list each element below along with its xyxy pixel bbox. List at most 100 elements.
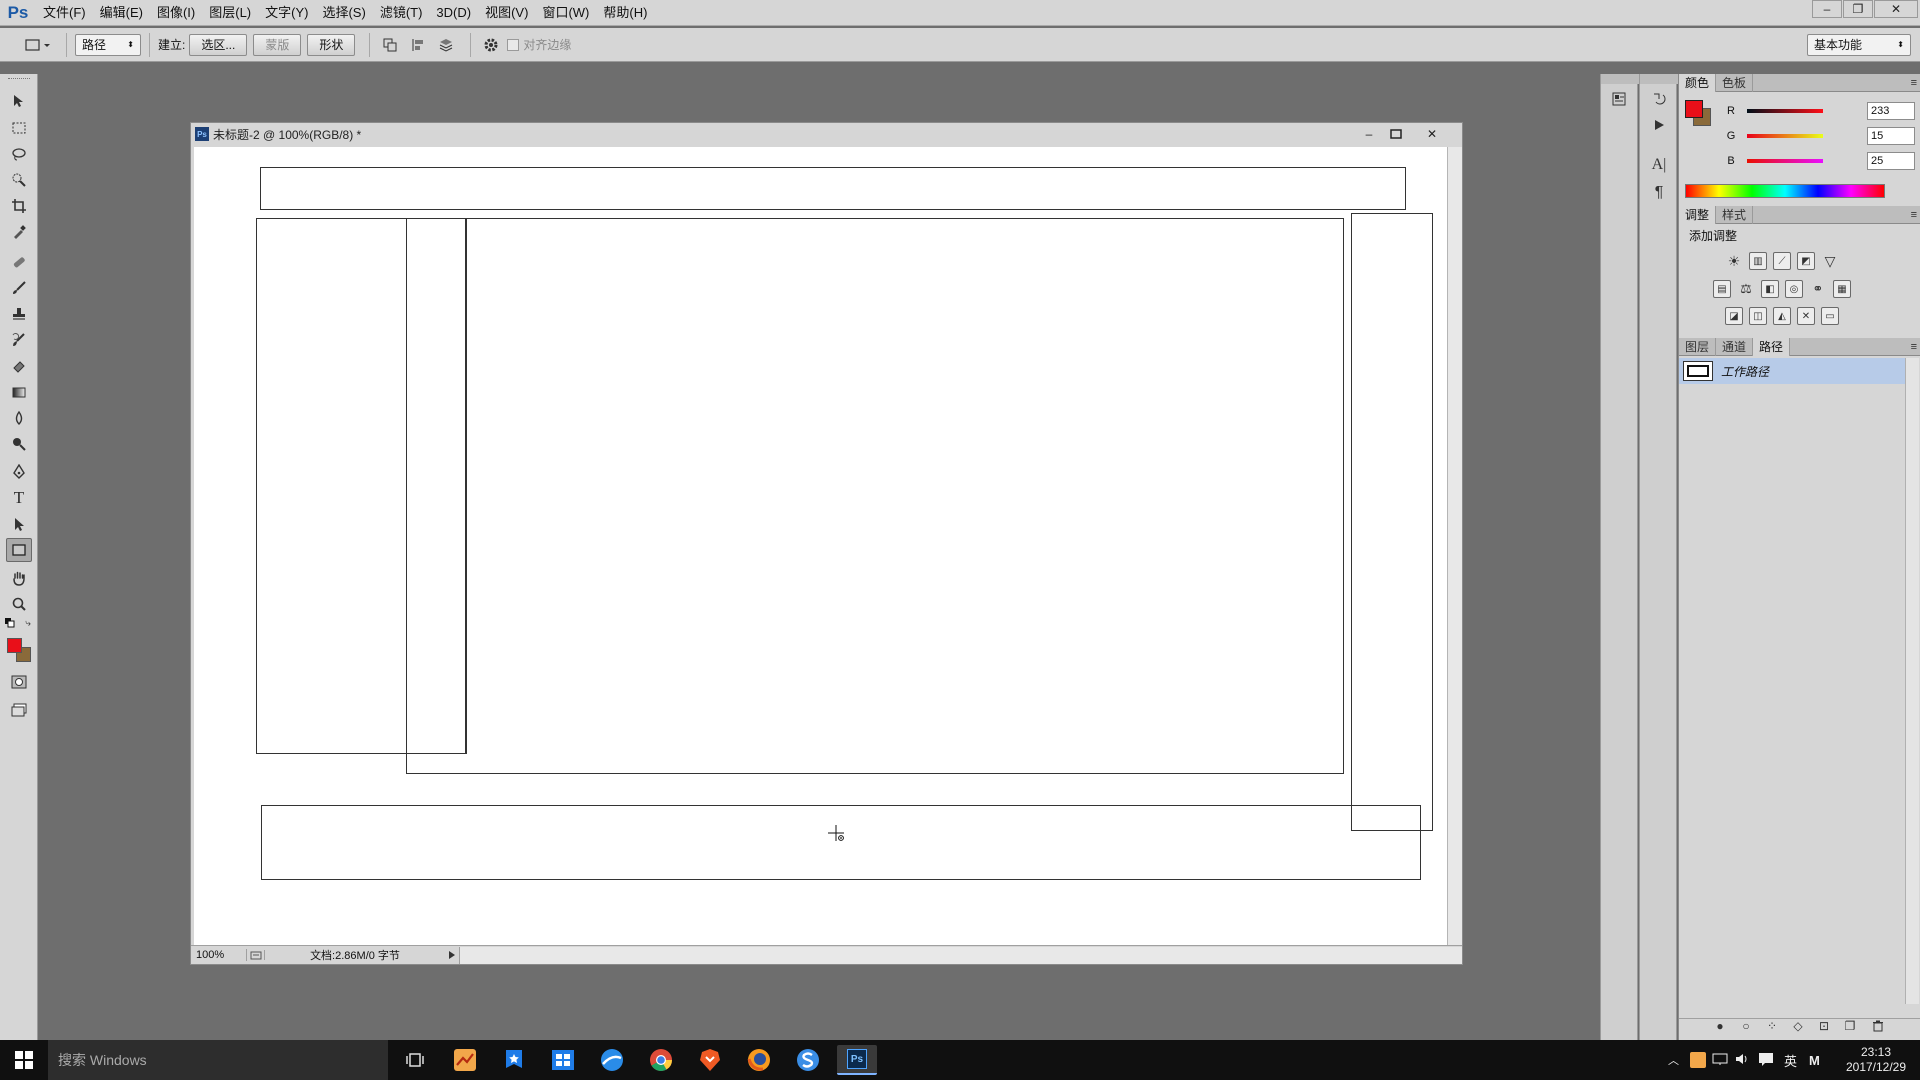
gradient-map-icon[interactable]: ▭: [1821, 307, 1839, 325]
brightness-icon[interactable]: ☀: [1725, 252, 1743, 270]
panel-menu-icon[interactable]: ≡: [1911, 338, 1917, 356]
menu-edit[interactable]: 编辑(E): [93, 0, 150, 26]
menu-3d[interactable]: 3D(D): [429, 0, 478, 26]
channel-mixer-icon[interactable]: ⚭: [1809, 280, 1827, 298]
history-panel-icon[interactable]: [1647, 88, 1671, 110]
vertical-scrollbar[interactable]: [1447, 147, 1462, 945]
menu-image[interactable]: 图像(I): [150, 0, 202, 26]
swap-colors-icon[interactable]: ⤷: [20, 616, 36, 630]
history-brush-tool-icon[interactable]: [6, 328, 32, 352]
menu-view[interactable]: 视图(V): [478, 0, 535, 26]
gear-icon[interactable]: [479, 33, 503, 57]
rectangle-tool-icon[interactable]: [6, 538, 32, 562]
hue-saturation-icon[interactable]: ▤: [1713, 280, 1731, 298]
blue-value-input[interactable]: 25: [1867, 152, 1915, 170]
tab-adjustments[interactable]: 调整: [1679, 206, 1717, 224]
panel-menu-icon[interactable]: ≡: [1911, 206, 1917, 224]
invert-icon[interactable]: ◪: [1725, 307, 1743, 325]
toolbox-grip[interactable]: [8, 78, 30, 81]
path-item-work-path[interactable]: 工作路径: [1679, 358, 1905, 384]
eraser-tool-icon[interactable]: [6, 354, 32, 378]
gradient-tool-icon[interactable]: [6, 380, 32, 404]
photo-filter-icon[interactable]: ◎: [1785, 280, 1803, 298]
path-selection-tool-icon[interactable]: [6, 512, 32, 536]
paragraph-panel-icon[interactable]: ¶: [1647, 182, 1671, 204]
app-restore-button[interactable]: ❐: [1843, 0, 1873, 18]
zoom-level[interactable]: 100%: [191, 949, 247, 961]
tab-swatches[interactable]: 色板: [1716, 74, 1754, 92]
menu-filter[interactable]: 滤镜(T): [373, 0, 430, 26]
character-panel-icon[interactable]: A|: [1647, 154, 1671, 176]
red-value-input[interactable]: 233: [1867, 102, 1915, 120]
move-tool-icon[interactable]: [6, 89, 32, 113]
new-path-icon[interactable]: ❐: [1841, 1018, 1859, 1034]
fill-path-icon[interactable]: ●: [1711, 1018, 1729, 1034]
vibrance-icon[interactable]: ▽: [1821, 252, 1839, 270]
blue-slider[interactable]: [1747, 159, 1823, 163]
tab-channels[interactable]: 通道: [1716, 338, 1754, 356]
menu-type[interactable]: 文字(Y): [258, 0, 315, 26]
tool-preset-picker[interactable]: [18, 33, 54, 57]
document-canvas[interactable]: [194, 147, 1447, 945]
make-work-path-icon[interactable]: ◇: [1789, 1018, 1807, 1034]
tab-paths[interactable]: 路径: [1753, 338, 1791, 356]
menu-layer[interactable]: 图层(L): [202, 0, 258, 26]
app-minimize-button[interactable]: –: [1812, 0, 1842, 18]
eyedropper-tool-icon[interactable]: [6, 220, 32, 244]
dodge-tool-icon[interactable]: [6, 432, 32, 456]
paths-scrollbar[interactable]: [1905, 358, 1919, 1004]
green-value-input[interactable]: 15: [1867, 127, 1915, 145]
clone-stamp-tool-icon[interactable]: [6, 302, 32, 326]
sogou-app-icon[interactable]: [788, 1045, 828, 1075]
panel-foreground-swatch[interactable]: [1685, 100, 1703, 118]
firefox-icon[interactable]: [739, 1045, 779, 1075]
doc-minimize-button[interactable]: –: [1356, 125, 1382, 143]
threshold-icon[interactable]: ◭: [1773, 307, 1791, 325]
start-button[interactable]: [0, 1040, 48, 1080]
menu-help[interactable]: 帮助(H): [596, 0, 654, 26]
foreground-color-swatch[interactable]: [7, 638, 22, 653]
task-view-icon[interactable]: [395, 1045, 435, 1075]
color-panel-swatches[interactable]: [1683, 98, 1713, 128]
type-tool-icon[interactable]: T: [6, 486, 32, 510]
ime-mode-indicator[interactable]: M: [1809, 1053, 1820, 1068]
color-lookup-icon[interactable]: ▦: [1833, 280, 1851, 298]
add-mask-icon[interactable]: ⊡: [1815, 1018, 1833, 1034]
red-slider[interactable]: [1747, 109, 1823, 113]
curves-icon[interactable]: ⟋: [1773, 252, 1791, 270]
align-edges-option[interactable]: 对齐边缘: [507, 36, 571, 53]
network-icon[interactable]: [1712, 1052, 1728, 1069]
black-white-icon[interactable]: ◧: [1761, 280, 1779, 298]
app-browser-blue-icon[interactable]: [592, 1045, 632, 1075]
volume-icon[interactable]: [1734, 1052, 1750, 1069]
tab-styles[interactable]: 样式: [1716, 206, 1754, 224]
document-titlebar[interactable]: Ps 未标题-2 @ 100%(RGB/8) * – ✕: [191, 123, 1462, 145]
tab-color[interactable]: 颜色: [1679, 74, 1717, 92]
zoom-tool-icon[interactable]: [6, 592, 32, 616]
load-path-as-selection-icon[interactable]: ⁘: [1763, 1018, 1781, 1034]
notification-icon[interactable]: [1758, 1052, 1774, 1069]
chrome-icon[interactable]: [641, 1045, 681, 1075]
doc-maximize-button[interactable]: [1383, 125, 1409, 143]
app-store-icon[interactable]: [543, 1045, 583, 1075]
path-arrangement-icon[interactable]: [434, 33, 458, 57]
stroke-path-icon[interactable]: ○: [1737, 1018, 1755, 1034]
pen-tool-icon[interactable]: [6, 460, 32, 484]
workspace-select[interactable]: 基本功能 ⬍: [1807, 33, 1911, 56]
hand-tool-icon[interactable]: [6, 566, 32, 590]
levels-icon[interactable]: ▥: [1749, 252, 1767, 270]
blur-tool-icon[interactable]: [6, 406, 32, 430]
menu-window[interactable]: 窗口(W): [535, 0, 596, 26]
status-export-icon[interactable]: [247, 950, 265, 960]
status-menu-arrow-icon[interactable]: [445, 950, 459, 960]
align-edges-checkbox[interactable]: [507, 38, 520, 51]
horizontal-scrollbar[interactable]: [459, 946, 1462, 964]
path-operations-icon[interactable]: [378, 33, 402, 57]
path-alignment-icon[interactable]: [406, 33, 430, 57]
color-spectrum-ramp[interactable]: [1685, 184, 1885, 198]
tray-stocks-icon[interactable]: [1690, 1052, 1706, 1068]
menu-select[interactable]: 选择(S): [315, 0, 372, 26]
photoshop-taskbar-icon[interactable]: Ps: [837, 1045, 877, 1075]
delete-path-icon[interactable]: [1869, 1018, 1887, 1034]
color-swatches[interactable]: [6, 636, 32, 664]
